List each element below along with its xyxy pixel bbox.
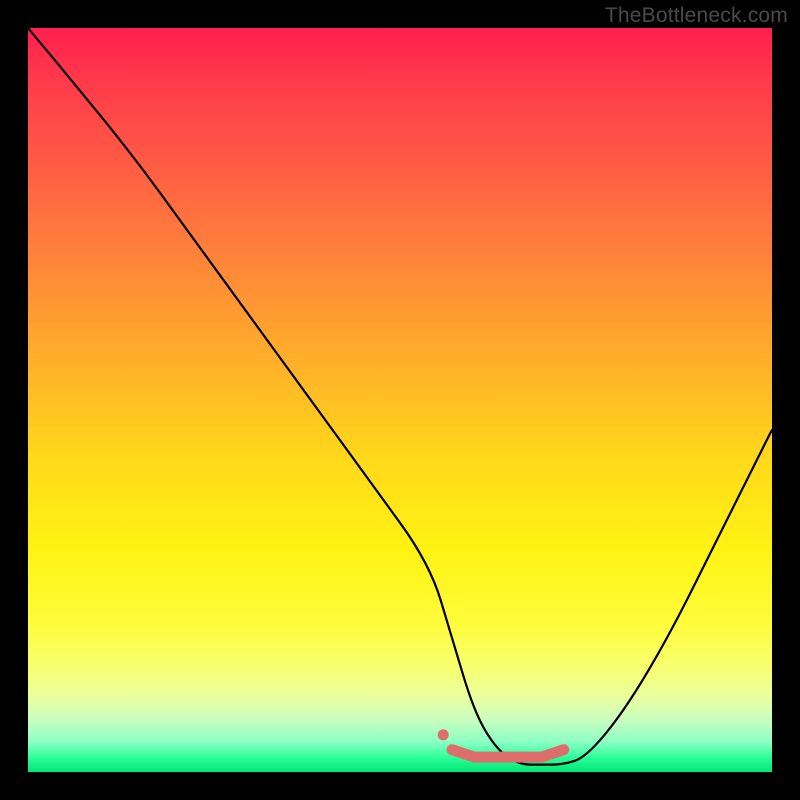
bottleneck-curve-path	[28, 28, 772, 765]
chart-frame: TheBottleneck.com	[0, 0, 800, 800]
optimal-range-line	[452, 750, 564, 757]
optimal-range-start-dot	[438, 729, 449, 740]
watermark-text: TheBottleneck.com	[605, 4, 788, 28]
chart-svg	[28, 28, 772, 772]
plot-area	[28, 28, 772, 772]
optimal-range-markers	[438, 729, 564, 757]
